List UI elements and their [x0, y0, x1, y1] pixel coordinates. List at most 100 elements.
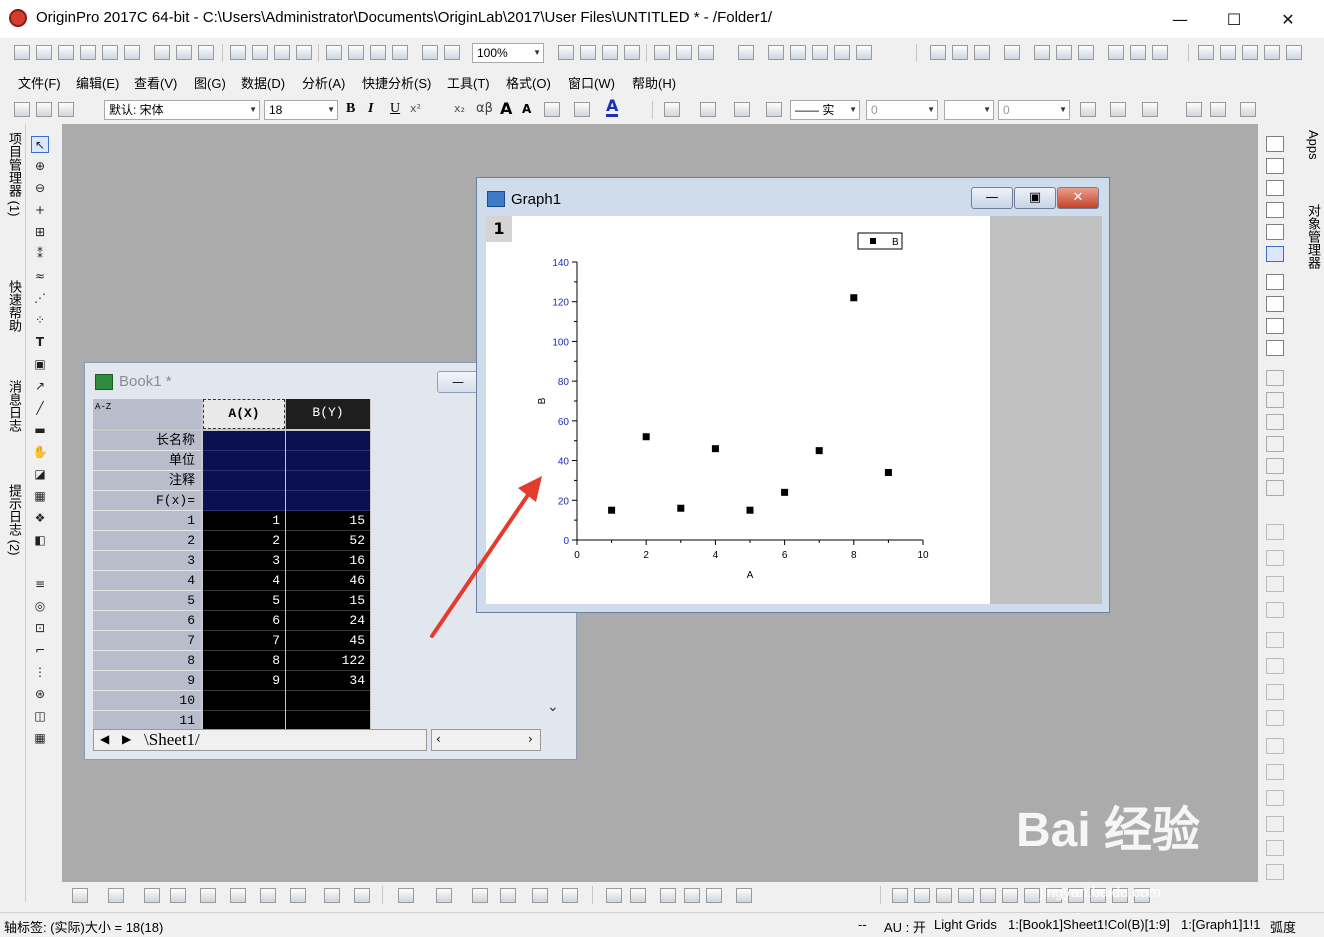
- table-cell-a[interactable]: 2: [203, 531, 285, 551]
- hand-tool-icon[interactable]: ✋: [31, 444, 49, 461]
- superscript-button[interactable]: x²: [410, 102, 421, 115]
- menu-quick-analysis[interactable]: 快捷分析(S): [362, 73, 431, 92]
- unmask-icon[interactable]: [1210, 102, 1226, 117]
- axis-tool-icon[interactable]: ⌐: [31, 642, 49, 659]
- refresh-icon[interactable]: [370, 45, 386, 60]
- row-header[interactable]: 9: [93, 671, 201, 691]
- tab-message-log[interactable]: 消息日志: [3, 380, 23, 432]
- row-header[interactable]: 4: [93, 571, 201, 591]
- worksheet-query-icon[interactable]: [698, 45, 714, 60]
- menu-graph[interactable]: 图(G): [194, 73, 226, 92]
- new-graph-icon[interactable]: [58, 45, 74, 60]
- font-name-select[interactable]: 默认: 宋体 ▼: [104, 100, 260, 120]
- table-layout-icon[interactable]: [1142, 102, 1158, 117]
- group-icon[interactable]: [1266, 790, 1284, 806]
- menu-data[interactable]: 数据(D): [241, 73, 285, 92]
- align-obj-top-icon[interactable]: [936, 888, 952, 903]
- pie-plot-icon[interactable]: [230, 888, 246, 903]
- table-cell-a[interactable]: 8: [203, 651, 285, 671]
- table-cell-a[interactable]: 4: [203, 571, 285, 591]
- align-left-icon[interactable]: [1266, 524, 1284, 540]
- menu-format[interactable]: 格式(O): [506, 73, 551, 92]
- back-obj-icon[interactable]: [1024, 888, 1040, 903]
- meta-row-header[interactable]: 注释: [93, 471, 201, 491]
- align-right-icon[interactable]: [1266, 550, 1284, 566]
- new-notes-icon[interactable]: [154, 45, 170, 60]
- column-header-b[interactable]: B(Y): [286, 399, 370, 429]
- tab-object-manager[interactable]: 对象管理器: [1302, 204, 1322, 269]
- row-header[interactable]: 5: [93, 591, 201, 611]
- add-xy-axis-icon[interactable]: [1266, 158, 1284, 174]
- graph-minimize-button[interactable]: —: [971, 187, 1013, 209]
- set-label-icon[interactable]: [1286, 45, 1302, 60]
- duplicate-icon[interactable]: [348, 45, 364, 60]
- table-cell-a[interactable]: 6: [203, 611, 285, 631]
- workbook-minimize-button[interactable]: —: [437, 371, 479, 393]
- layer-manager-icon[interactable]: [1266, 246, 1284, 262]
- import-icon[interactable]: [176, 45, 192, 60]
- surface-plot-icon[interactable]: [436, 888, 452, 903]
- menu-window[interactable]: 窗口(W): [568, 73, 615, 92]
- align-obj-left-icon[interactable]: [892, 888, 908, 903]
- sheet-prev-icon[interactable]: ◀: [100, 732, 109, 746]
- scroll-down-icon[interactable]: ⌄: [547, 699, 559, 715]
- filter-icon[interactable]: [1108, 45, 1124, 60]
- object-tool-icon[interactable]: ❖: [31, 510, 49, 527]
- image-plot-icon[interactable]: [500, 888, 516, 903]
- align-obj-bottom-icon[interactable]: [958, 888, 974, 903]
- pattern-width-select[interactable]: 0 ▼: [998, 100, 1070, 120]
- meta-cell-b[interactable]: [286, 491, 370, 511]
- column-header-a[interactable]: A(X): [203, 399, 285, 429]
- menu-file[interactable]: 文件(F): [18, 73, 61, 92]
- statistics-icon[interactable]: [930, 45, 946, 60]
- table-cell-a[interactable]: [203, 691, 285, 711]
- link-layers-icon[interactable]: [1266, 224, 1284, 240]
- table-cell-b[interactable]: [286, 711, 370, 729]
- unmask-plot-icon[interactable]: [660, 888, 676, 903]
- ungroup-icon[interactable]: [1266, 816, 1284, 832]
- rotate-right-icon[interactable]: [1266, 864, 1284, 880]
- waterfall-plot-icon[interactable]: [472, 888, 488, 903]
- save-icon[interactable]: [274, 45, 290, 60]
- row-header[interactable]: 7: [93, 631, 201, 651]
- close-button[interactable]: ✕: [1262, 0, 1314, 38]
- save-template-icon[interactable]: [296, 45, 312, 60]
- meta-cell-a[interactable]: [203, 431, 285, 451]
- project-explorer-icon[interactable]: [580, 45, 596, 60]
- set-z-icon[interactable]: [1242, 45, 1258, 60]
- target-tool-icon[interactable]: ⊛: [31, 686, 49, 703]
- hide-mask-icon[interactable]: [706, 888, 722, 903]
- meta-cell-b[interactable]: [286, 431, 370, 451]
- copy-page-icon[interactable]: [422, 45, 438, 60]
- meta-row-header[interactable]: 长名称: [93, 431, 201, 451]
- table-cell-b[interactable]: 15: [286, 511, 370, 531]
- tree-icon[interactable]: [738, 45, 754, 60]
- stat-plot-icon[interactable]: [532, 888, 548, 903]
- scroll-right-icon[interactable]: ›: [528, 732, 533, 746]
- subscript-button[interactable]: x₂: [454, 102, 465, 115]
- scroll-left-icon[interactable]: ‹: [436, 732, 441, 746]
- mask-plot-icon[interactable]: [606, 888, 622, 903]
- sheet-tab[interactable]: \Sheet1/: [144, 730, 200, 750]
- rotate-icon[interactable]: ◎: [31, 598, 49, 615]
- column-stats-icon[interactable]: [952, 45, 968, 60]
- insert-graph-icon[interactable]: ◪: [31, 466, 49, 483]
- border-icon[interactable]: [1110, 102, 1126, 117]
- filter-edit-icon[interactable]: [1152, 45, 1168, 60]
- rectangle-tool-icon[interactable]: ▬: [31, 422, 49, 439]
- axis-t-icon[interactable]: [1266, 436, 1284, 452]
- polar-plot-icon[interactable]: [290, 888, 306, 903]
- status-autoupdate[interactable]: AU : 开: [884, 917, 926, 936]
- bold-button[interactable]: B: [346, 101, 355, 117]
- camera-tool-icon[interactable]: ◫: [31, 708, 49, 725]
- text-tool-icon[interactable]: T: [31, 334, 49, 351]
- grow-font-button[interactable]: A: [500, 99, 512, 118]
- align-obj-center-icon[interactable]: [980, 888, 996, 903]
- graph-template-icon[interactable]: [200, 888, 216, 903]
- axis-l-icon[interactable]: [1266, 370, 1284, 386]
- open-template-icon[interactable]: [252, 45, 268, 60]
- print-icon[interactable]: [558, 45, 574, 60]
- new-function-icon[interactable]: [102, 45, 118, 60]
- pointer-tool-icon[interactable]: ↖: [31, 136, 49, 153]
- column-plot-icon[interactable]: [170, 888, 186, 903]
